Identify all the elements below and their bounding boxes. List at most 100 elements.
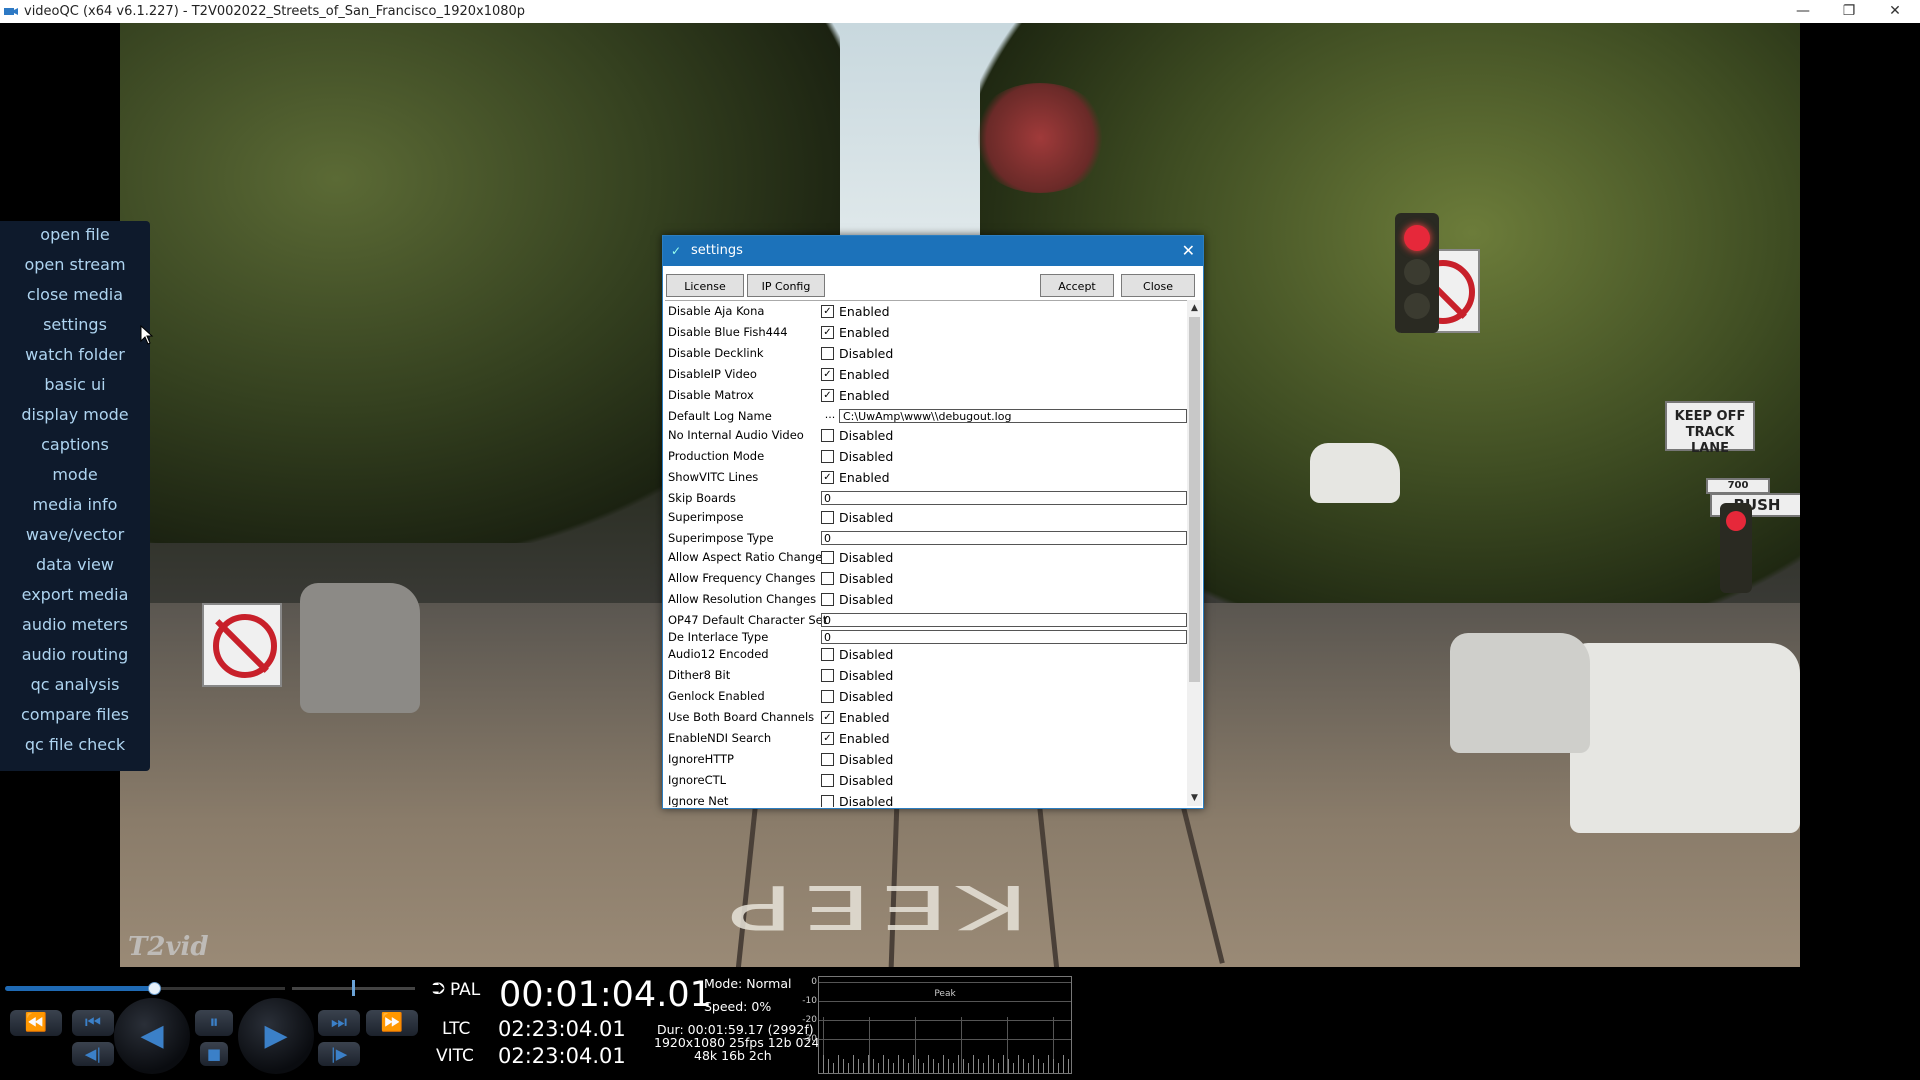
menu-open-file[interactable]: open file xyxy=(0,221,150,249)
window-title: videoQC (x64 v6.1.227) - T2V002022_Stree… xyxy=(24,4,526,19)
meter-bar xyxy=(1028,1063,1029,1073)
settings-row: Genlock Enabled Disabled xyxy=(665,686,1187,707)
meter-bar xyxy=(933,1059,934,1073)
setting-checkbox[interactable] xyxy=(821,551,834,564)
stop-button[interactable]: ■ xyxy=(200,1042,228,1066)
close-window-button[interactable]: ✕ xyxy=(1872,0,1918,23)
close-button[interactable]: Close xyxy=(1121,274,1195,297)
menu-media-info[interactable]: media info xyxy=(0,491,150,519)
scroll-up-icon[interactable]: ▲ xyxy=(1187,300,1202,316)
menu-basic-ui[interactable]: basic ui xyxy=(0,371,150,399)
menu-audio-routing[interactable]: audio routing xyxy=(0,641,150,669)
setting-checkbox[interactable]: ✓ xyxy=(821,711,834,724)
meter-tick-label: -20 xyxy=(802,1015,817,1025)
setting-checkbox[interactable] xyxy=(821,753,834,766)
setting-label: Allow Frequency Changes xyxy=(668,571,816,585)
next-button[interactable]: ⏭ xyxy=(318,1010,360,1036)
setting-checkbox[interactable] xyxy=(821,669,834,682)
menu-export-media[interactable]: export media xyxy=(0,581,150,609)
meter-bar xyxy=(1038,1059,1039,1073)
setting-checkbox[interactable] xyxy=(821,795,834,807)
meter-gridline xyxy=(819,1001,1071,1002)
setting-state-text: Disabled xyxy=(839,689,894,704)
restore-button[interactable]: ❐ xyxy=(1826,0,1872,23)
red-lamp xyxy=(1404,225,1430,251)
setting-checkbox[interactable]: ✓ xyxy=(821,389,834,402)
settings-row: Production Mode Disabled xyxy=(665,446,1187,467)
setting-checkbox[interactable]: ✓ xyxy=(821,732,834,745)
menu-qc-analysis[interactable]: qc analysis xyxy=(0,671,150,699)
side-menu: open file open stream close media settin… xyxy=(0,221,150,771)
setting-checkbox[interactable]: ✓ xyxy=(821,471,834,484)
setting-checkbox[interactable] xyxy=(821,690,834,703)
license-button[interactable]: License xyxy=(666,274,744,297)
setting-checkbox[interactable]: ✓ xyxy=(821,305,834,318)
setting-text-input[interactable]: 0 xyxy=(821,531,1187,545)
log-path-input[interactable]: C:\UwAmp\www\\debugout.log xyxy=(839,409,1187,423)
settings-list[interactable]: Disable Aja Kona ✓ Enabled Disable Blue Fis… xyxy=(665,300,1187,807)
meter-bar xyxy=(873,1059,874,1073)
menu-display-mode[interactable]: display mode xyxy=(0,401,150,429)
ip-config-button[interactable]: IP Config xyxy=(747,274,825,297)
setting-checkbox[interactable] xyxy=(821,511,834,524)
menu-captions[interactable]: captions xyxy=(0,431,150,459)
setting-label: Genlock Enabled xyxy=(668,689,765,703)
menu-audio-meters[interactable]: audio meters xyxy=(0,611,150,639)
setting-checkbox[interactable] xyxy=(821,774,834,787)
setting-checkbox[interactable] xyxy=(821,593,834,606)
setting-label: ShowVITC Lines xyxy=(668,470,759,484)
setting-text-input[interactable]: 0 xyxy=(821,491,1187,505)
pause-button[interactable]: ⏸ xyxy=(195,1010,233,1036)
frame-forward-button[interactable]: |▶ xyxy=(318,1042,360,1066)
menu-data-view[interactable]: data view xyxy=(0,551,150,579)
setting-state-text: Disabled xyxy=(839,346,894,361)
setting-text-input[interactable]: 0 xyxy=(821,630,1187,644)
menu-qc-file-check[interactable]: qc file check xyxy=(0,731,150,759)
seek-handle[interactable] xyxy=(148,982,161,995)
meter-bar xyxy=(1043,1063,1044,1073)
browse-button[interactable]: ... xyxy=(821,409,839,423)
setting-checkbox[interactable]: ✓ xyxy=(821,368,834,381)
setting-label: Disable Matrox xyxy=(668,388,754,402)
accept-button[interactable]: Accept xyxy=(1040,274,1114,297)
setting-checkbox[interactable] xyxy=(821,429,834,442)
meter-bar xyxy=(928,1055,929,1073)
seek-bar-track[interactable] xyxy=(155,987,285,990)
dialog-close-icon[interactable]: ✕ xyxy=(1182,236,1195,266)
setting-checkbox[interactable]: ✓ xyxy=(821,326,834,339)
setting-label: No Internal Audio Video xyxy=(668,428,804,442)
menu-close-media[interactable]: close media xyxy=(0,281,150,309)
menu-wave-vector[interactable]: wave/vector xyxy=(0,521,150,549)
meter-bar xyxy=(963,1059,964,1073)
menu-mode[interactable]: mode xyxy=(0,461,150,489)
menu-compare-files[interactable]: compare files xyxy=(0,701,150,729)
play-button[interactable]: ▶ xyxy=(238,998,314,1074)
setting-state-text: Disabled xyxy=(839,592,894,607)
video-car xyxy=(300,583,420,713)
menu-settings[interactable]: settings xyxy=(0,311,150,339)
step-back-button[interactable]: ◀ xyxy=(114,998,190,1074)
setting-text-input[interactable]: 0 xyxy=(821,613,1187,627)
frame-back-button[interactable]: ◀| xyxy=(72,1042,114,1066)
fast-rewind-button[interactable]: ⏪ xyxy=(10,1010,62,1036)
setting-state-text: Enabled xyxy=(839,388,890,403)
settings-row: Superimpose Type 0 xyxy=(665,528,1187,549)
settings-scrollbar[interactable]: ▲ ▼ xyxy=(1187,300,1202,806)
menu-watch-folder[interactable]: watch folder xyxy=(0,341,150,369)
scroll-thumb[interactable] xyxy=(1189,317,1200,682)
minimize-button[interactable]: — xyxy=(1780,0,1826,23)
scroll-down-icon[interactable]: ▼ xyxy=(1187,790,1202,806)
setting-checkbox[interactable] xyxy=(821,347,834,360)
setting-checkbox[interactable] xyxy=(821,648,834,661)
fast-forward-button[interactable]: ⏩ xyxy=(366,1010,418,1036)
mode-text: Mode: Normal xyxy=(704,976,792,991)
meter-bar xyxy=(903,1059,904,1073)
format-arrow-icon: ⮊ xyxy=(432,979,445,999)
menu-open-stream[interactable]: open stream xyxy=(0,251,150,279)
setting-checkbox[interactable] xyxy=(821,572,834,585)
setting-checkbox[interactable] xyxy=(821,450,834,463)
seek-bar-progress[interactable] xyxy=(5,986,155,991)
previous-button[interactable]: ⏮ xyxy=(72,1010,114,1036)
setting-label: Audio12 Encoded xyxy=(668,647,769,661)
volume-handle[interactable] xyxy=(352,980,355,996)
